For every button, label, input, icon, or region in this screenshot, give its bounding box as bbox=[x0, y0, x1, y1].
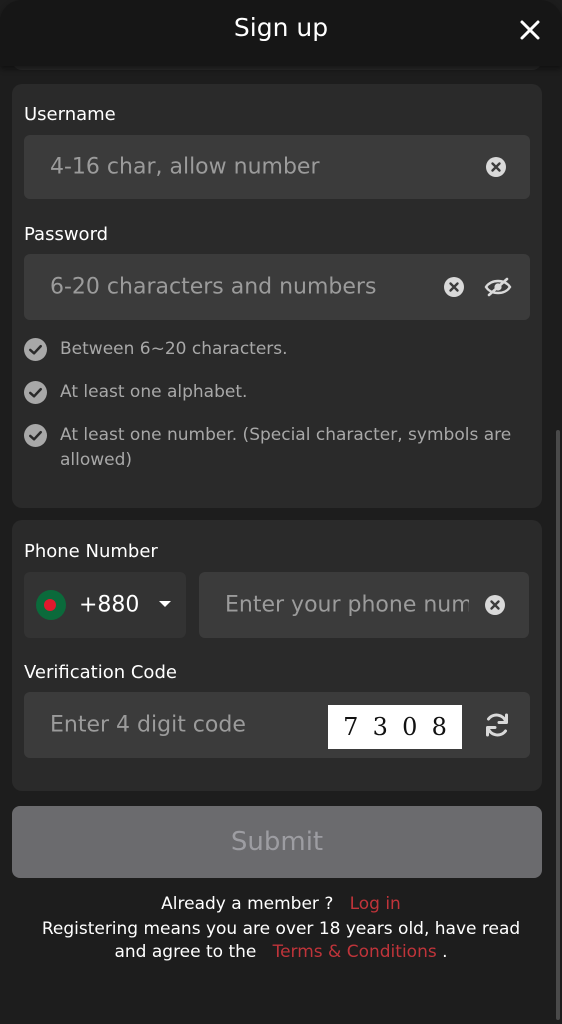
username-input[interactable]: 4-16 char, allow number bbox=[50, 155, 320, 180]
eye-off-icon[interactable] bbox=[484, 276, 512, 298]
caret-down-icon bbox=[159, 601, 171, 607]
captcha-digit: 0 bbox=[402, 713, 418, 741]
terms-link[interactable]: Terms & Conditions bbox=[273, 942, 437, 962]
password-rule-text: At least one alphabet. bbox=[60, 382, 248, 402]
close-button[interactable] bbox=[514, 14, 546, 46]
login-link[interactable]: Log in bbox=[350, 894, 401, 914]
password-rule-text: At least one number. (Special character,… bbox=[60, 425, 512, 470]
captcha-image: 7 3 0 8 bbox=[328, 705, 462, 749]
refresh-captcha-button[interactable] bbox=[482, 710, 512, 740]
password-rule-text: Between 6~20 characters. bbox=[60, 339, 288, 359]
check-circle-icon bbox=[24, 381, 47, 404]
country-code-select[interactable]: +880 bbox=[24, 572, 186, 638]
username-label: Username bbox=[24, 104, 116, 125]
clear-icon[interactable] bbox=[444, 277, 464, 297]
phone-input[interactable]: Enter your phone number bbox=[225, 593, 469, 618]
check-circle-icon bbox=[24, 424, 47, 447]
password-visibility-toggle[interactable] bbox=[484, 275, 512, 299]
check-circle-icon bbox=[24, 338, 47, 361]
phone-clear-button[interactable] bbox=[483, 593, 507, 617]
contact-card: Phone Number +880 Enter your phone numbe… bbox=[12, 520, 542, 791]
verification-label: Verification Code bbox=[24, 662, 177, 683]
phone-field[interactable]: Enter your phone number bbox=[199, 572, 529, 638]
page-title: Sign up bbox=[233, 13, 329, 42]
captcha-digit: 8 bbox=[431, 713, 447, 741]
password-rule-number: At least one number. (Special character,… bbox=[24, 423, 524, 473]
close-icon[interactable] bbox=[519, 19, 541, 41]
modal-header: Sign up bbox=[0, 0, 562, 66]
credentials-card: Username 4-16 char, allow number Passwor… bbox=[12, 84, 542, 508]
password-rule-length: Between 6~20 characters. bbox=[24, 337, 524, 362]
verification-field[interactable]: Enter 4 digit code 7 3 0 8 bbox=[24, 692, 530, 758]
login-prompt: Already a member ? Log in bbox=[0, 894, 562, 914]
terms-notice: Registering means you are over 18 years … bbox=[0, 918, 562, 964]
captcha-digit: 3 bbox=[372, 713, 388, 741]
flag-bangladesh-icon bbox=[36, 590, 66, 620]
password-label: Password bbox=[24, 224, 109, 245]
verification-input[interactable]: Enter 4 digit code bbox=[50, 713, 246, 738]
member-text: Already a member ? bbox=[161, 894, 334, 914]
clear-icon[interactable] bbox=[485, 595, 505, 615]
country-code-value: +880 bbox=[79, 592, 140, 618]
captcha-digit: 7 bbox=[343, 713, 359, 741]
clear-icon[interactable] bbox=[486, 157, 506, 177]
username-clear-button[interactable] bbox=[484, 155, 508, 179]
password-clear-button[interactable] bbox=[442, 275, 466, 299]
password-input[interactable]: 6-20 characters and numbers bbox=[50, 275, 376, 300]
username-field[interactable]: 4-16 char, allow number bbox=[24, 135, 530, 199]
terms-end: . bbox=[442, 942, 448, 962]
password-rule-alphabet: At least one alphabet. bbox=[24, 380, 524, 405]
refresh-icon[interactable] bbox=[482, 710, 512, 740]
submit-button[interactable]: Submit bbox=[12, 806, 542, 878]
phone-label: Phone Number bbox=[24, 541, 158, 562]
password-field[interactable]: 6-20 characters and numbers bbox=[24, 254, 530, 320]
